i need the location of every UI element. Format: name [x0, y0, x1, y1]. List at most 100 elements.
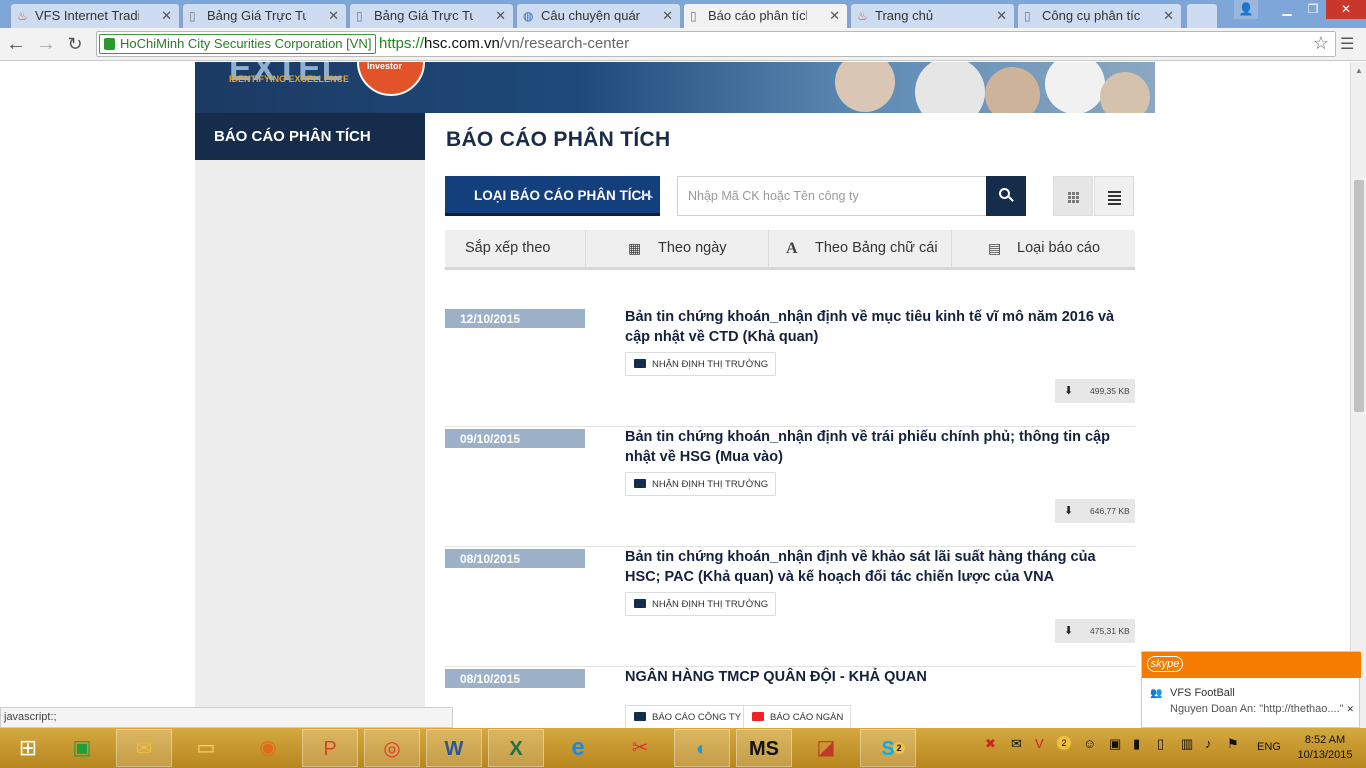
- report-category-tag[interactable]: NHẬN ĐỊNH THỊ TRƯỜNG: [625, 592, 777, 616]
- system-clock[interactable]: 8:52 AM 10/13/2015: [1292, 733, 1358, 763]
- word-icon[interactable]: W: [426, 729, 482, 767]
- report-title-link[interactable]: NGÂN HÀNG TMCP QUÂN ĐỘI - KHẢ QUAN: [625, 667, 1125, 687]
- status-bar: javascript:;: [0, 707, 453, 728]
- main-content: BÁO CÁO PHÂN TÍCH LOẠI BÁO CÁO PHÂN TÍCH…: [425, 113, 1150, 728]
- close-tab-icon[interactable]: ✕: [495, 8, 506, 24]
- sidebar-item-bao-cao-phan-tich[interactable]: BÁO CÁO PHÂN TÍCH: [195, 113, 425, 160]
- input-language[interactable]: ENG: [1257, 741, 1281, 753]
- bookmark-star-icon[interactable]: ☆: [1313, 33, 1329, 54]
- tray-mail-icon[interactable]: ✉: [1011, 736, 1022, 752]
- page-icon: ▯: [189, 9, 196, 23]
- scroll-up-arrow-icon[interactable]: ▲: [1355, 66, 1363, 75]
- reload-icon[interactable]: ↻: [64, 33, 86, 55]
- report-category-tag[interactable]: BÁO CÁO NGÀN: [743, 705, 852, 728]
- tray-notification-badge[interactable]: 2: [1057, 736, 1071, 750]
- tab-bang-gia-1[interactable]: ▯ Bảng Giá Trực Tuyến ✕: [182, 3, 347, 28]
- skype-conversation-name: VFS FootBall: [1170, 687, 1235, 699]
- report-category-tag[interactable]: NHẬN ĐỊNH THỊ TRƯỜNG: [625, 472, 777, 496]
- volume-icon[interactable]: ♪: [1205, 736, 1212, 751]
- close-tab-icon[interactable]: ✕: [328, 8, 339, 24]
- trading-app-icon[interactable]: ◐: [674, 729, 730, 767]
- close-tab-icon[interactable]: ✕: [829, 8, 840, 24]
- firefox-icon[interactable]: ◉: [240, 729, 296, 767]
- tab-cong-cu-phan-tich[interactable]: ▯ Công cụ phân tích đã ✕: [1017, 3, 1182, 28]
- metastock-icon[interactable]: MS: [736, 729, 792, 767]
- grid-view-button[interactable]: [1053, 176, 1093, 216]
- url-text[interactable]: https://hsc.com.vn/vn/research-center: [379, 35, 629, 52]
- banner-photo-person: [835, 62, 895, 112]
- tray-tool-icon[interactable]: ✖: [985, 736, 996, 752]
- close-tab-icon[interactable]: ✕: [662, 8, 673, 24]
- snipping-tool-icon[interactable]: ✂: [612, 729, 668, 767]
- search-input[interactable]: Nhập Mã CK hoặc Tên công ty: [677, 176, 987, 216]
- restore-button[interactable]: ❐: [1300, 0, 1326, 19]
- start-button[interactable]: ⊞: [0, 729, 56, 767]
- page-scrollbar[interactable]: ▲: [1350, 62, 1366, 728]
- new-tab-button[interactable]: [1186, 3, 1218, 28]
- close-tab-icon[interactable]: ✕: [1163, 8, 1174, 24]
- close-tab-icon[interactable]: ✕: [996, 8, 1007, 24]
- secure-identity-badge[interactable]: HoChiMinh City Securities Corporation [V…: [99, 34, 377, 54]
- report-title-link[interactable]: Bản tin chứng khoán_nhận định về khảo sá…: [625, 547, 1125, 587]
- address-bar[interactable]: HoChiMinh City Securities Corporation [V…: [96, 31, 1336, 57]
- close-window-button[interactable]: ✕: [1326, 0, 1366, 19]
- windows-store-icon[interactable]: ▣: [54, 729, 110, 767]
- skype-message-preview: Nguyen Doan An: "http://thethao....": [1170, 703, 1344, 715]
- skype-notification[interactable]: skype 👥 VFS FootBall Nguyen Doan An: "ht…: [1141, 651, 1361, 728]
- action-center-flag-icon[interactable]: ⚑: [1227, 736, 1239, 752]
- tray-battery-icon[interactable]: ▯: [1157, 736, 1164, 752]
- calendar-icon: ▦: [628, 240, 642, 256]
- list-view-button[interactable]: [1094, 176, 1134, 216]
- download-button[interactable]: ⬇ 646,77 KB: [1055, 499, 1135, 523]
- report-type-dropdown[interactable]: LOẠI BÁO CÁO PHÂN TÍCH ︿: [445, 176, 660, 216]
- user-profile-icon[interactable]: 👤: [1234, 0, 1258, 19]
- skype-taskbar-icon[interactable]: S2: [860, 729, 916, 767]
- tab-bao-cao-phan-tich[interactable]: ▯ Báo cáo phân tích - H ✕: [683, 3, 848, 28]
- lock-icon: [104, 38, 115, 50]
- excel-icon[interactable]: X: [488, 729, 544, 767]
- report-item: 12/10/2015 Bản tin chứng khoán_nhận định…: [445, 307, 1135, 427]
- tray-display-icon[interactable]: ▣: [1109, 736, 1121, 752]
- chrome-icon[interactable]: ◎: [364, 729, 420, 767]
- chart-app-icon[interactable]: ◪: [798, 729, 854, 767]
- internet-explorer-icon[interactable]: e: [550, 729, 606, 767]
- tab-vfs-internet-trading[interactable]: ♨ VFS Internet Trading ✕: [10, 3, 180, 28]
- report-date: 08/10/2015: [445, 669, 585, 688]
- report-date: 09/10/2015: [445, 429, 585, 448]
- close-notification-icon[interactable]: ✕: [1346, 704, 1354, 715]
- report-category-tag[interactable]: NHẬN ĐỊNH THỊ TRƯỜNG: [625, 352, 777, 376]
- sort-by-date[interactable]: ▦ Theo ngày: [586, 230, 769, 267]
- tray-antivirus-icon[interactable]: V: [1035, 736, 1044, 751]
- folder-icon: [752, 712, 764, 721]
- browser-menu-icon[interactable]: ☰: [1340, 34, 1354, 54]
- report-title-link[interactable]: Bản tin chứng khoán_nhận định về mục tiê…: [625, 307, 1125, 347]
- powerpoint-icon[interactable]: P: [302, 729, 358, 767]
- tab-trang-chu[interactable]: ♨ Trang chủ ✕: [850, 3, 1015, 28]
- close-tab-icon[interactable]: ✕: [161, 8, 172, 24]
- letter-a-icon: A: [786, 240, 798, 257]
- forward-arrow-icon[interactable]: →: [35, 33, 57, 55]
- search-button[interactable]: [986, 176, 1026, 216]
- download-button[interactable]: ⬇ 499,35 KB: [1055, 379, 1135, 403]
- file-explorer-icon[interactable]: ▭: [178, 729, 234, 767]
- chevron-up-icon: ︿: [639, 185, 653, 200]
- scrollbar-thumb[interactable]: [1354, 180, 1364, 412]
- tray-emoticon-icon[interactable]: ☺: [1083, 736, 1096, 751]
- download-button[interactable]: ⬇ 475,31 KB: [1055, 619, 1135, 643]
- page-icon: ▯: [356, 9, 363, 23]
- sort-label: Sắp xếp theo: [445, 230, 586, 267]
- tray-device-icon[interactable]: ▮: [1133, 736, 1140, 752]
- sort-by-alphabet[interactable]: A Theo Bảng chữ cái: [769, 230, 952, 267]
- tab-bang-gia-2[interactable]: ▯ Bảng Giá Trực Tuyến ✕: [349, 3, 514, 28]
- tray-network-icon[interactable]: ▥: [1181, 736, 1193, 752]
- sort-by-report-type[interactable]: ▤ Loại báo cáo: [952, 230, 1135, 267]
- header-banner: EXTEL IDENTIFYING EXCELLENCE Investor: [195, 62, 1155, 113]
- report-item: 08/10/2015 Bản tin chứng khoán_nhận định…: [445, 547, 1135, 667]
- report-title-link[interactable]: Bản tin chứng khoán_nhận định về trái ph…: [625, 427, 1125, 467]
- folder-icon: [634, 712, 646, 721]
- report-category-tag[interactable]: BÁO CÁO CÔNG TY: [625, 705, 750, 728]
- minimize-button[interactable]: ▁: [1274, 0, 1300, 19]
- tab-cau-chuyen-quan-oc[interactable]: ◍ Câu chuyện quán ốc ✕: [516, 3, 681, 28]
- back-arrow-icon[interactable]: ←: [5, 33, 27, 55]
- outlook-icon[interactable]: ✉: [116, 729, 172, 767]
